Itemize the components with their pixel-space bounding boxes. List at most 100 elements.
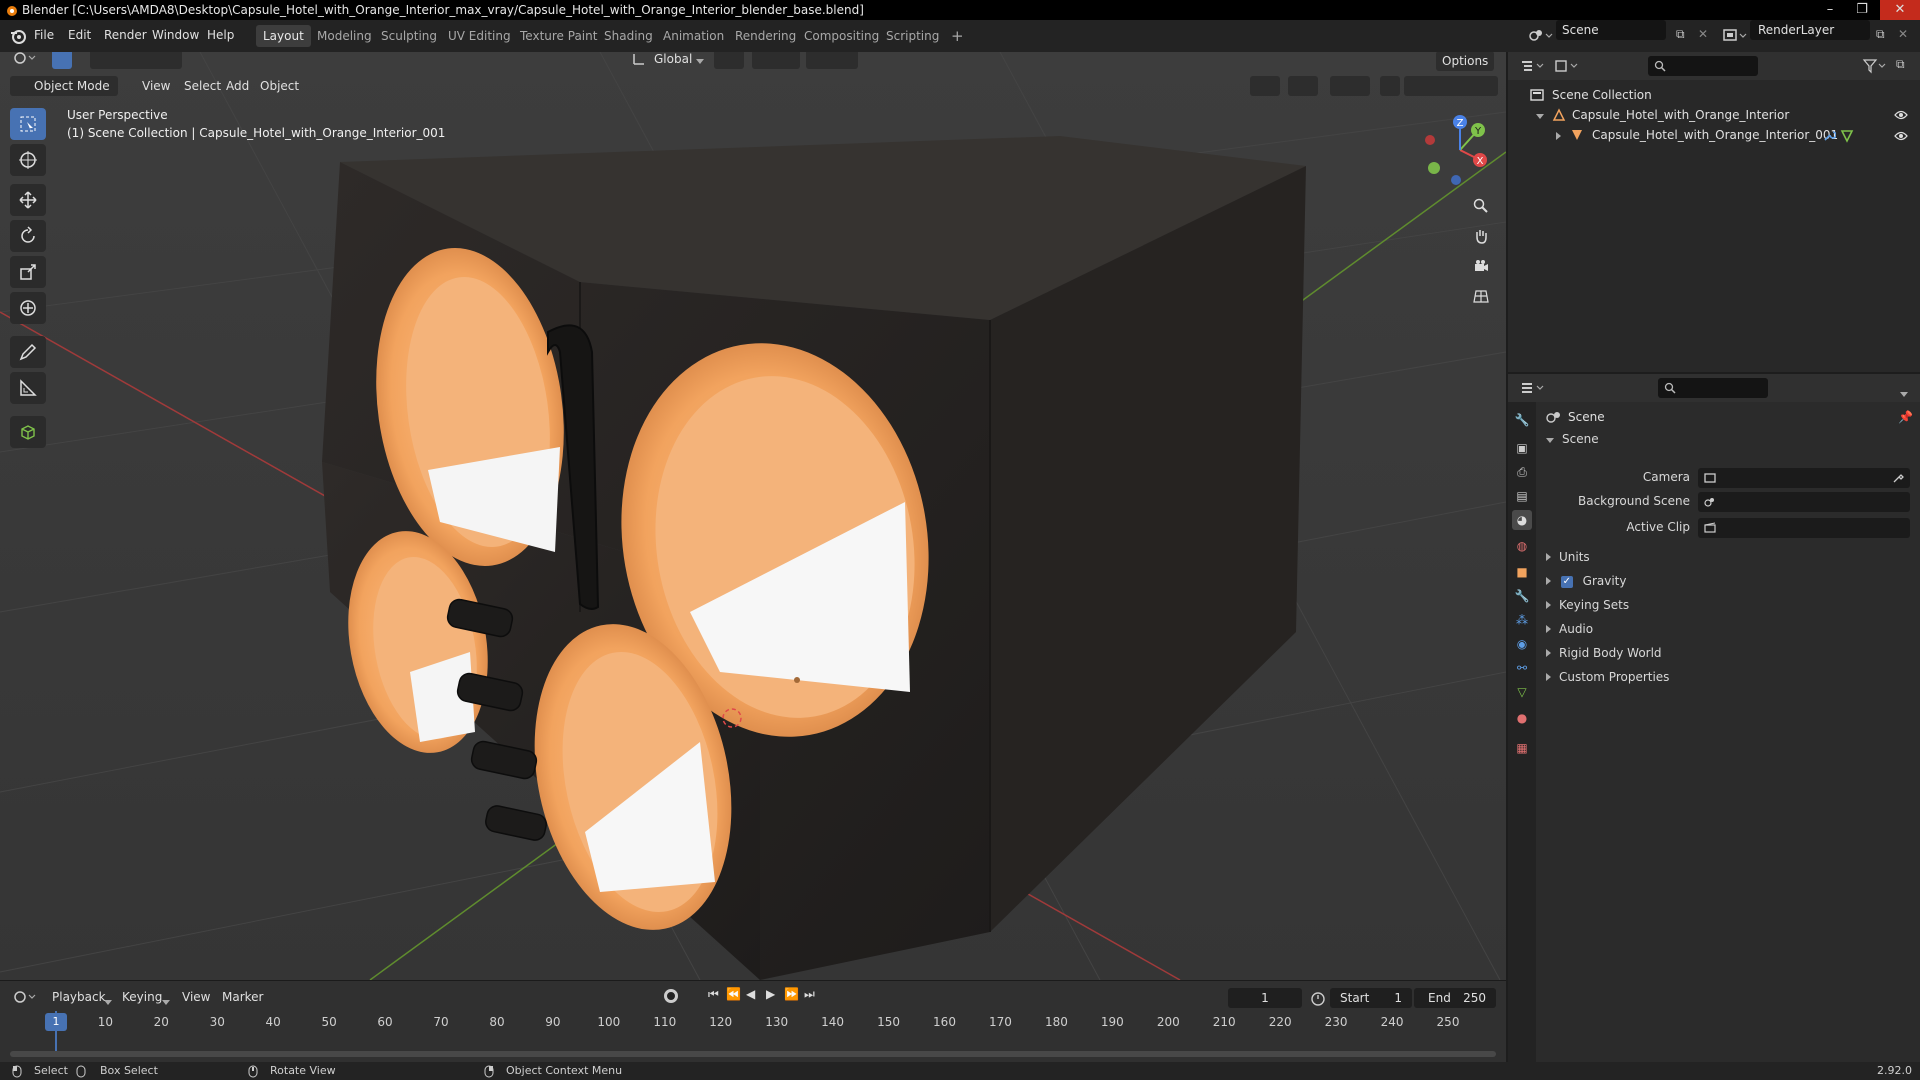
zoom-icon[interactable]: [1467, 192, 1495, 220]
outliner-object-item[interactable]: Capsule_Hotel_with_Orange_Interior_001: [1592, 128, 1838, 142]
outliner-scene-collection[interactable]: Scene Collection: [1552, 88, 1652, 102]
filter-icon[interactable]: [1862, 58, 1888, 74]
properties-editor[interactable]: 🔧 ▣ ⎙ ▤ ◕ ◍ ■ 🔧 ⁂ ◉ ⚯ ▽ ● ▦ Scene 📌 Scen…: [1508, 374, 1920, 1062]
new-scene-icon[interactable]: ⧉: [1676, 27, 1685, 42]
xray-toggle[interactable]: [1380, 76, 1400, 96]
display-mode-icon[interactable]: [1554, 58, 1580, 74]
tab-render-icon[interactable]: ▣: [1512, 438, 1532, 458]
new-layer-icon[interactable]: ⧉: [1876, 27, 1885, 42]
panel-audio[interactable]: Audio: [1546, 618, 1912, 640]
tool-cursor[interactable]: [10, 144, 46, 176]
transform-orientation-dropdown[interactable]: Global: [648, 52, 698, 69]
background-scene-field[interactable]: [1698, 492, 1910, 512]
current-frame-badge[interactable]: 1: [45, 1013, 67, 1031]
outliner-search-input[interactable]: [1648, 56, 1758, 76]
tool-rotate[interactable]: [10, 220, 46, 252]
expand-arrow-icon[interactable]: [1556, 129, 1561, 143]
minimize-icon[interactable]: –: [1816, 0, 1844, 20]
overlays-toggle[interactable]: [1330, 76, 1370, 96]
view-layer-icon[interactable]: [1722, 27, 1748, 45]
eye-icon[interactable]: [1894, 130, 1908, 142]
tab-sculpting[interactable]: Sculpting: [374, 25, 444, 47]
close-icon[interactable]: ✕: [1880, 0, 1920, 20]
active-clip-field[interactable]: [1698, 518, 1910, 538]
panel-scene-header[interactable]: Scene: [1546, 428, 1912, 450]
tab-particles-icon[interactable]: ⁂: [1512, 610, 1532, 630]
pivot-point-dropdown[interactable]: [714, 52, 744, 69]
tab-tool-icon[interactable]: 🔧: [1512, 410, 1532, 430]
pin-icon[interactable]: 📌: [1898, 410, 1913, 424]
blender-menu-icon[interactable]: [10, 28, 26, 44]
tool-add-cube[interactable]: [10, 416, 46, 448]
mode-dropdown[interactable]: Object Mode: [10, 76, 118, 96]
tab-scripting[interactable]: Scripting: [879, 25, 946, 47]
add-workspace-icon[interactable]: +: [944, 25, 971, 47]
delete-layer-icon[interactable]: ✕: [1898, 27, 1908, 41]
panel-gravity[interactable]: ✓ Gravity: [1546, 570, 1912, 592]
renderlayer-selector[interactable]: RenderLayer: [1750, 20, 1870, 40]
menu-add[interactable]: Add: [220, 76, 255, 96]
options-dropdown[interactable]: Options: [1436, 52, 1495, 71]
tab-output-icon[interactable]: ⎙: [1512, 462, 1532, 482]
outliner-collection-item[interactable]: Capsule_Hotel_with_Orange_Interior: [1572, 108, 1789, 122]
tab-shading[interactable]: Shading: [597, 25, 660, 47]
modifier-wrench-icon[interactable]: [1822, 129, 1836, 143]
camera-view-icon[interactable]: [1467, 252, 1495, 280]
tool-transform[interactable]: [10, 292, 46, 324]
tool-measure[interactable]: [10, 372, 46, 404]
mesh-data-icon[interactable]: [1840, 129, 1854, 143]
maximize-icon[interactable]: ❐: [1848, 0, 1876, 20]
tab-texture-paint[interactable]: Texture Paint: [513, 25, 604, 47]
select-tool-toggle[interactable]: [52, 52, 72, 69]
delete-scene-icon[interactable]: ✕: [1698, 27, 1708, 41]
tool-annotate[interactable]: [10, 336, 46, 368]
tab-constraints-icon[interactable]: ⚯: [1512, 658, 1532, 678]
panel-units[interactable]: Units: [1546, 546, 1912, 568]
perspective-toggle-icon[interactable]: [1467, 282, 1495, 310]
editor-type-icon[interactable]: [12, 52, 38, 66]
menu-edit[interactable]: Edit: [68, 28, 91, 42]
tab-world-icon[interactable]: ◍: [1512, 536, 1532, 556]
properties-search-input[interactable]: [1658, 378, 1768, 398]
menu-help[interactable]: Help: [207, 28, 234, 42]
tool-scale[interactable]: [10, 256, 46, 288]
visibility-dropdown[interactable]: [1250, 76, 1280, 96]
proportional-editing-toggle[interactable]: [806, 52, 858, 69]
tab-rendering[interactable]: Rendering: [728, 25, 803, 47]
gizmo-toggle[interactable]: [1288, 76, 1318, 96]
tab-modeling[interactable]: Modeling: [310, 25, 379, 47]
menu-object[interactable]: Object: [254, 76, 305, 96]
tab-view-layer-icon[interactable]: ▤: [1512, 486, 1532, 506]
shading-mode-buttons[interactable]: [1404, 76, 1498, 96]
snapping-toggle[interactable]: [752, 52, 800, 69]
tab-texture-icon[interactable]: ▦: [1512, 738, 1532, 758]
timeline-scrollbar[interactable]: [10, 1051, 1496, 1057]
outliner-editor-type-icon[interactable]: [1520, 58, 1546, 74]
eyedropper-icon[interactable]: [1892, 472, 1904, 484]
camera-field[interactable]: [1698, 468, 1910, 488]
tab-scene-icon[interactable]: ◕: [1512, 510, 1532, 530]
timeline-ruler[interactable]: 1102030405060708090100110120130140150160…: [0, 981, 1506, 1041]
tool-move[interactable]: [10, 184, 46, 216]
scene-icon[interactable]: [1528, 27, 1554, 45]
eye-icon[interactable]: [1894, 109, 1908, 121]
tab-object-icon[interactable]: ■: [1512, 562, 1532, 582]
pan-hand-icon[interactable]: [1467, 222, 1495, 250]
tab-compositing[interactable]: Compositing: [797, 25, 886, 47]
panel-custom-properties[interactable]: Custom Properties: [1546, 666, 1912, 688]
scene-selector[interactable]: Scene: [1556, 20, 1666, 40]
gravity-checkbox[interactable]: ✓: [1560, 575, 1573, 588]
new-collection-icon[interactable]: ⧉: [1896, 57, 1905, 72]
panel-rigid-body-world[interactable]: Rigid Body World: [1546, 642, 1912, 664]
menu-file[interactable]: File: [34, 28, 54, 42]
selection-mode-buttons[interactable]: [90, 52, 182, 69]
tab-layout[interactable]: Layout: [256, 25, 311, 47]
menu-view[interactable]: View: [136, 76, 176, 96]
navigation-gizmo[interactable]: X Y Z: [1420, 110, 1500, 190]
properties-editor-type-icon[interactable]: [1520, 380, 1546, 396]
tab-modifier-icon[interactable]: 🔧: [1512, 586, 1532, 606]
panel-keying-sets[interactable]: Keying Sets: [1546, 594, 1912, 616]
menu-window[interactable]: Window: [152, 28, 199, 42]
3d-viewport[interactable]: Global Options Object Mode View Select A…: [0, 52, 1506, 980]
tab-physics-icon[interactable]: ◉: [1512, 634, 1532, 654]
